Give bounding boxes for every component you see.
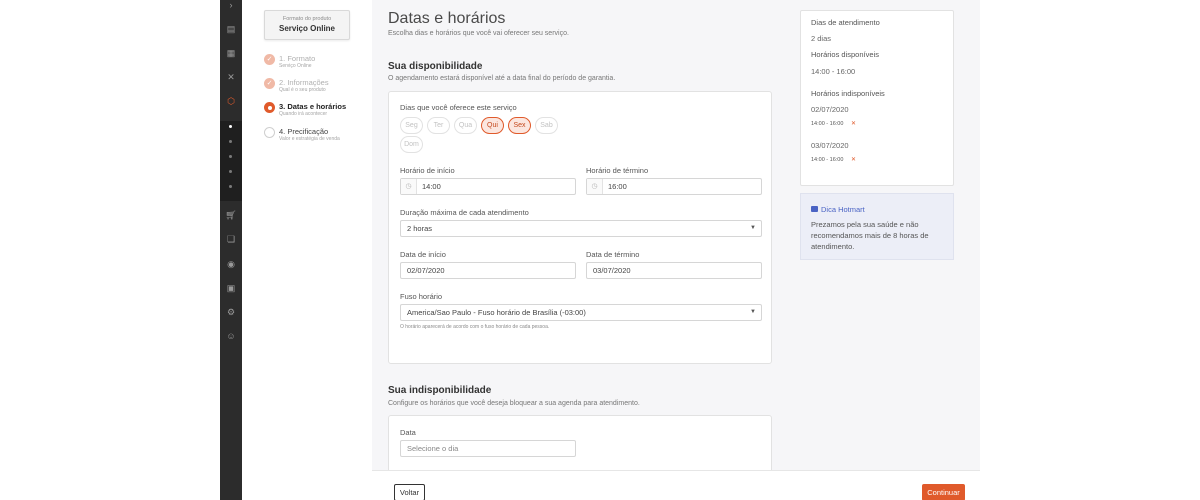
grid-icon[interactable]: ▦ — [224, 46, 238, 60]
remove-icon[interactable]: ✕ — [851, 120, 856, 127]
day-toggle-sab[interactable]: Sab — [535, 117, 558, 134]
end-date-label: Data de término — [586, 250, 640, 259]
rail-submenu-dot[interactable] — [229, 125, 232, 128]
product-format-value: Serviço Online — [278, 24, 336, 33]
summary-panel: Dias de atendimento 2 dias Horários disp… — [800, 10, 954, 186]
end-time-value: 16:00 — [608, 182, 627, 191]
summary-available-heading: Horários disponíveis — [811, 50, 879, 59]
dashboard-icon[interactable]: ▤ — [224, 22, 238, 36]
tip-box: Dica Hotmart Prezamos pela sua saúde e n… — [800, 193, 954, 260]
step-subtitle: Qual é o seu produto — [279, 87, 326, 93]
money-icon[interactable]: ◉ — [224, 257, 238, 271]
availability-title: Sua disponibilidade — [388, 61, 483, 72]
tip-body: Prezamos pela sua saúde e não recomendam… — [811, 220, 929, 251]
step-title: 3. Datas e horários — [279, 102, 347, 111]
clock-icon: ◷ — [587, 179, 603, 194]
tools-icon[interactable]: ✕ — [224, 70, 238, 84]
summary-days-heading: Dias de atendimento — [811, 18, 880, 27]
start-time-label: Horário de início — [400, 166, 455, 175]
availability-card: Dias que você oferece este serviço Seg T… — [388, 91, 772, 364]
start-date-input[interactable]: 02/07/2020 — [400, 262, 576, 279]
app-rail: › ▤ ▦ ✕ ⬡ 🛒︎ ❏ ◉ ▣ ⚙︎ ☺︎ — [220, 0, 242, 500]
chevron-right-icon[interactable]: › — [224, 0, 238, 12]
date-input[interactable]: Selecione o dia — [400, 440, 576, 457]
days-label: Dias que você oferece este serviço — [400, 103, 517, 112]
start-date-value: 02/07/2020 — [407, 266, 445, 275]
duration-select[interactable]: 2 horas ▼ — [400, 220, 762, 237]
timezone-value: America/Sao Paulo - Fuso horário de Bras… — [407, 308, 586, 317]
support-icon[interactable]: ☺︎ — [224, 329, 238, 343]
summary-unavailable-heading: Horários indisponíveis — [811, 89, 885, 98]
unavailable-time: 14:00 - 16:00 — [811, 157, 844, 163]
unavailable-time: 14:00 - 16:00 — [811, 121, 844, 127]
date-placeholder: Selecione o dia — [407, 444, 459, 453]
unavailability-card: Data Selecione o dia — [388, 415, 772, 470]
tip-title: Dica Hotmart — [821, 205, 865, 214]
chat-icon[interactable]: ❏ — [224, 232, 238, 246]
start-date-label: Data de início — [400, 250, 446, 259]
day-toggle-sex[interactable]: Sex — [508, 117, 531, 134]
step-subtitle: Serviço Online — [279, 63, 312, 69]
rail-submenu-dot[interactable] — [229, 170, 232, 173]
page-title: Datas e horários — [388, 10, 506, 27]
end-date-value: 03/07/2020 — [593, 266, 631, 275]
page-subtitle: Escolha dias e horários que você vai ofe… — [388, 30, 569, 37]
caret-down-icon: ▼ — [750, 225, 756, 231]
product-format-label: Formato do produto — [282, 16, 332, 22]
cart-icon[interactable]: 🛒︎ — [224, 208, 238, 222]
end-time-input[interactable]: ◷ 16:00 — [586, 178, 762, 195]
timezone-label: Fuso horário — [400, 292, 443, 301]
day-toggle-ter[interactable]: Ter — [427, 117, 450, 134]
current-step-icon — [264, 102, 275, 113]
step-title: 2. Informações — [279, 78, 329, 87]
continue-button[interactable]: Continuar — [922, 484, 965, 500]
rail-submenu — [220, 121, 242, 201]
step-title: 1. Formato — [279, 54, 316, 63]
end-date-input[interactable]: 03/07/2020 — [586, 262, 762, 279]
footer-bar: Voltar Continuar — [372, 470, 980, 500]
end-time-label: Horário de término — [586, 166, 649, 175]
back-button[interactable]: Voltar — [394, 484, 425, 500]
day-toggle-dom[interactable]: Dom — [400, 136, 423, 153]
unavailable-date: 03/07/2020 — [811, 141, 849, 150]
steps-panel: Formato do produto Serviço Online ✓ 1. F… — [242, 0, 372, 500]
chart-icon[interactable]: ▣ — [224, 281, 238, 295]
duration-value: 2 horas — [407, 224, 433, 233]
availability-subtitle: O agendamento estará disponível até a da… — [388, 75, 616, 82]
caret-down-icon: ▼ — [750, 309, 756, 315]
duration-label: Duração máxima de cada atendimento — [400, 208, 529, 217]
rail-submenu-dot[interactable] — [229, 140, 232, 143]
unavailability-title: Sua indisponibilidade — [388, 385, 492, 396]
remove-icon[interactable]: ✕ — [851, 156, 856, 163]
day-toggle-qui[interactable]: Qui — [481, 117, 504, 134]
unavailability-subtitle: Configure os horários que você deseja bl… — [388, 400, 640, 407]
check-icon: ✓ — [264, 54, 275, 65]
tip-heading: Dica Hotmart — [811, 205, 865, 214]
pending-step-icon — [264, 127, 275, 138]
product-format-card: Formato do produto Serviço Online — [264, 10, 350, 40]
day-toggle-seg[interactable]: Seg — [400, 117, 423, 134]
check-icon: ✓ — [264, 78, 275, 89]
rail-submenu-dot[interactable] — [229, 185, 232, 188]
day-toggle-qua[interactable]: Qua — [454, 117, 477, 134]
step-title: 4. Precificação — [279, 127, 329, 136]
clock-icon: ◷ — [401, 179, 417, 194]
summary-days-value: 2 dias — [811, 34, 832, 43]
step-subtitle: Quando irá acontecer — [279, 111, 328, 117]
date-label: Data — [400, 428, 416, 437]
timezone-hint: O horário aparecerá de acordo com o fuso… — [400, 324, 550, 330]
rail-submenu-dot[interactable] — [229, 155, 232, 158]
unavailable-date: 02/07/2020 — [811, 105, 849, 114]
settings-icon[interactable]: ⚙︎ — [224, 305, 238, 319]
step-subtitle: Valor e estratégia de venda — [279, 136, 340, 142]
summary-available-value: 14:00 - 16:00 — [811, 67, 856, 76]
package-icon[interactable]: ⬡ — [224, 94, 238, 108]
timezone-select[interactable]: America/Sao Paulo - Fuso horário de Bras… — [400, 304, 762, 321]
chat-bubble-icon — [811, 206, 818, 212]
start-time-input[interactable]: ◷ 14:00 — [400, 178, 576, 195]
start-time-value: 14:00 — [422, 182, 441, 191]
